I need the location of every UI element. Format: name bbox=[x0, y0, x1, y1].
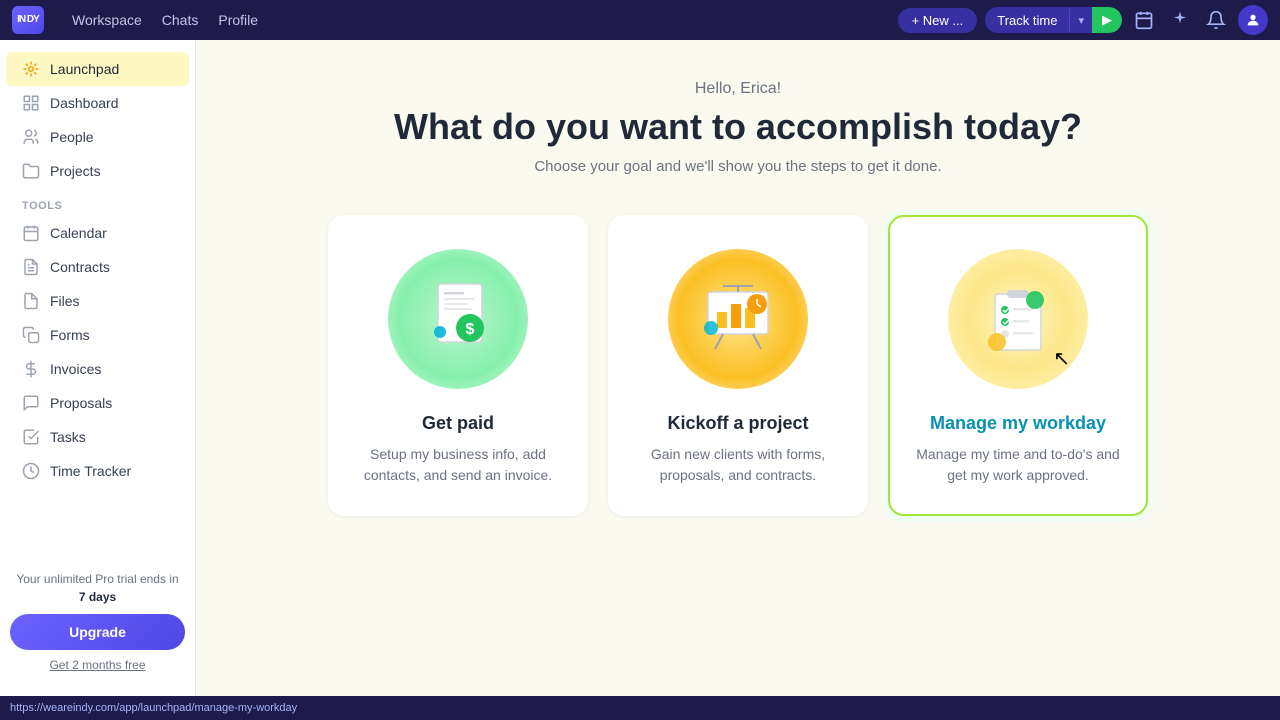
sidebar-item-people-label: People bbox=[50, 129, 94, 145]
sidebar-item-dashboard[interactable]: Dashboard bbox=[6, 86, 189, 120]
svg-text:$: $ bbox=[466, 321, 475, 338]
cards-row: $ Get paid Setup my business info, add c… bbox=[328, 215, 1148, 516]
nav-chats[interactable]: Chats bbox=[162, 12, 199, 28]
sidebar-item-proposals[interactable]: Proposals bbox=[6, 386, 189, 420]
main-heading: What do you want to accomplish today? bbox=[394, 106, 1082, 148]
project-illustration bbox=[693, 274, 783, 364]
calendar-icon bbox=[1134, 10, 1154, 30]
card-manage-workday[interactable]: ↖ Manage my workday Manage my time and t… bbox=[888, 215, 1148, 516]
main-layout: Launchpad Dashboard People Projects Tool… bbox=[0, 40, 1280, 696]
sidebar-item-projects[interactable]: Projects bbox=[6, 154, 189, 188]
topnav-actions: + New ... Track time ▾ ▶ bbox=[898, 5, 1268, 35]
sidebar-item-dashboard-label: Dashboard bbox=[50, 95, 119, 111]
statusbar-url: https://weareindy.com/app/launchpad/mana… bbox=[10, 702, 297, 714]
upgrade-button[interactable]: Upgrade bbox=[10, 614, 185, 650]
bell-icon bbox=[1206, 10, 1226, 30]
logo[interactable]: IN DY bbox=[12, 6, 44, 34]
sparkle-icon-button[interactable] bbox=[1166, 6, 1194, 34]
card-get-paid-title: Get paid bbox=[422, 413, 494, 434]
trial-days: 7 days bbox=[79, 590, 116, 604]
workday-illustration bbox=[973, 274, 1063, 364]
card-get-paid-desc: Setup my business info, add contacts, an… bbox=[354, 444, 562, 486]
sparkle-icon bbox=[1170, 10, 1190, 30]
invoices-icon bbox=[22, 360, 40, 378]
card-workday-title: Manage my workday bbox=[930, 413, 1106, 434]
sidebar-item-people[interactable]: People bbox=[6, 120, 189, 154]
nav-profile[interactable]: Profile bbox=[218, 12, 258, 28]
sidebar-item-contracts-label: Contracts bbox=[50, 259, 110, 275]
sidebar-item-time-tracker-label: Time Tracker bbox=[50, 463, 131, 479]
card-kickoff-icon-area bbox=[668, 249, 808, 389]
people-icon bbox=[22, 128, 40, 146]
calendar-icon-button[interactable] bbox=[1130, 6, 1158, 34]
logo-box: IN DY bbox=[12, 6, 44, 34]
track-time-play-button[interactable]: ▶ bbox=[1092, 7, 1122, 33]
sidebar: Launchpad Dashboard People Projects Tool… bbox=[0, 40, 196, 696]
notification-bell-button[interactable] bbox=[1202, 6, 1230, 34]
sidebar-item-files[interactable]: Files bbox=[6, 284, 189, 318]
sidebar-item-tasks[interactable]: Tasks bbox=[6, 420, 189, 454]
greeting-text: Hello, Erica! bbox=[695, 80, 781, 98]
sidebar-item-calendar-label: Calendar bbox=[50, 225, 107, 241]
track-time-chevron-icon[interactable]: ▾ bbox=[1069, 9, 1092, 32]
forms-icon bbox=[22, 326, 40, 344]
sidebar-item-tasks-label: Tasks bbox=[50, 429, 86, 445]
track-time-label[interactable]: Track time bbox=[985, 8, 1069, 33]
dashboard-icon bbox=[22, 94, 40, 112]
card-workday-icon-area: ↖ bbox=[948, 249, 1088, 389]
sidebar-item-calendar[interactable]: Calendar bbox=[6, 216, 189, 250]
statusbar: https://weareindy.com/app/launchpad/mana… bbox=[0, 696, 1280, 720]
new-button[interactable]: + New ... bbox=[898, 8, 978, 33]
invoice-illustration: $ bbox=[418, 274, 498, 364]
launchpad-icon bbox=[22, 60, 40, 78]
projects-icon bbox=[22, 162, 40, 180]
user-avatar-button[interactable] bbox=[1238, 5, 1268, 35]
sidebar-item-time-tracker[interactable]: Time Tracker bbox=[6, 454, 189, 488]
proposals-icon bbox=[22, 394, 40, 412]
track-time-group: Track time ▾ ▶ bbox=[985, 7, 1122, 33]
main-content: Hello, Erica! What do you want to accomp… bbox=[196, 40, 1280, 696]
user-icon bbox=[1245, 12, 1261, 28]
card-kickoff-desc: Gain new clients with forms, proposals, … bbox=[634, 444, 842, 486]
trial-info: Your unlimited Pro trial ends in 7 days bbox=[10, 570, 185, 606]
card-kickoff-project[interactable]: Kickoff a project Gain new clients with … bbox=[608, 215, 868, 516]
sidebar-item-invoices[interactable]: Invoices bbox=[6, 352, 189, 386]
contracts-icon bbox=[22, 258, 40, 276]
time-tracker-icon bbox=[22, 462, 40, 480]
sidebar-item-invoices-label: Invoices bbox=[50, 361, 101, 377]
nav-workspace[interactable]: Workspace bbox=[72, 12, 142, 28]
card-workday-desc: Manage my time and to-do's and get my wo… bbox=[914, 444, 1122, 486]
sidebar-item-launchpad[interactable]: Launchpad bbox=[6, 52, 189, 86]
sidebar-item-projects-label: Projects bbox=[50, 163, 101, 179]
card-get-paid-icon-area: $ bbox=[388, 249, 528, 389]
sidebar-item-forms-label: Forms bbox=[50, 327, 90, 343]
sidebar-bottom: Your unlimited Pro trial ends in 7 days … bbox=[0, 558, 195, 684]
tools-section-label: Tools bbox=[0, 188, 195, 216]
sidebar-item-forms[interactable]: Forms bbox=[6, 318, 189, 352]
sidebar-item-proposals-label: Proposals bbox=[50, 395, 112, 411]
sidebar-item-contracts[interactable]: Contracts bbox=[6, 250, 189, 284]
sidebar-item-launchpad-label: Launchpad bbox=[50, 61, 119, 77]
card-get-paid[interactable]: $ Get paid Setup my business info, add c… bbox=[328, 215, 588, 516]
sub-heading: Choose your goal and we'll show you the … bbox=[534, 158, 941, 175]
sidebar-item-files-label: Files bbox=[50, 293, 80, 309]
calendar-sidebar-icon bbox=[22, 224, 40, 242]
tasks-icon bbox=[22, 428, 40, 446]
card-kickoff-title: Kickoff a project bbox=[667, 413, 808, 434]
files-icon bbox=[22, 292, 40, 310]
top-navigation: IN DY Workspace Chats Profile + New ... … bbox=[0, 0, 1280, 40]
free-months-link[interactable]: Get 2 months free bbox=[10, 658, 185, 672]
